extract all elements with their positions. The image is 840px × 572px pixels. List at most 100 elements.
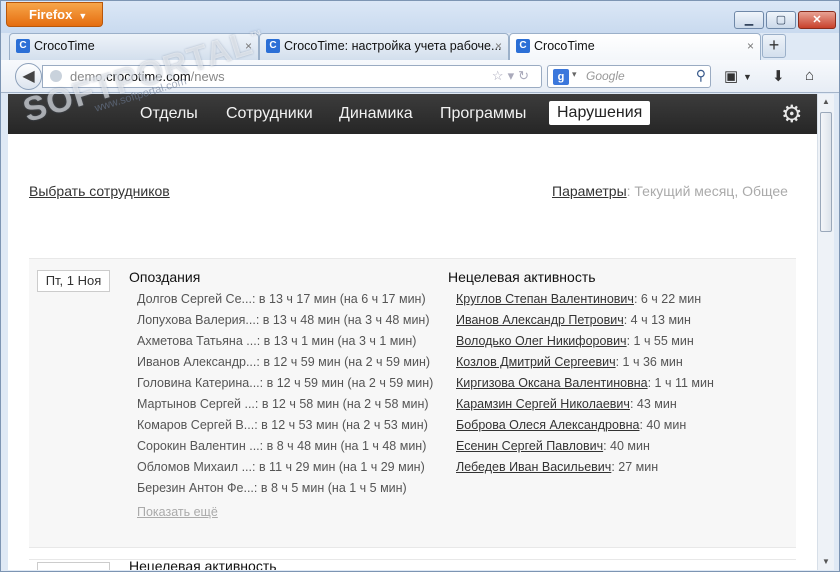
maximize-button[interactable]: ▢ bbox=[766, 11, 796, 29]
employee-name[interactable]: Боброва Олеся Александровна bbox=[456, 418, 639, 432]
violation-value: : в 13 ч 17 мин (на 6 ч 17 мин) bbox=[251, 292, 426, 306]
employee-name[interactable]: Лебедев Иван Васильевич bbox=[456, 460, 611, 474]
tab-title: CrocoTime bbox=[534, 39, 595, 53]
new-tab-button[interactable]: + bbox=[762, 34, 786, 58]
url-path: /news bbox=[190, 69, 225, 84]
violation-value: : в 12 ч 58 мин (на 2 ч 58 мин) bbox=[254, 397, 429, 411]
browser-tab[interactable]: C CrocoTime: настройка учета рабоче... × bbox=[259, 33, 509, 60]
violation-value: : в 11 ч 29 мин (на 1 ч 29 мин) bbox=[252, 460, 425, 474]
params-summary: Параметры: Текущий месяц, Общее bbox=[552, 183, 788, 199]
gear-icon[interactable]: ⚙ bbox=[781, 100, 803, 129]
title-bar: Firefox ▼ ▁ ▢ ✕ bbox=[1, 1, 839, 33]
list-item: Козлов Дмитрий Сергеевич: 1 ч 36 мин bbox=[456, 352, 796, 373]
browser-tab[interactable]: C CrocoTime × bbox=[9, 33, 259, 60]
violation-value: : 1 ч 36 мин bbox=[615, 355, 683, 369]
vertical-scrollbar[interactable]: ▲ ▼ bbox=[817, 94, 834, 570]
day-block: Нецелевая активность bbox=[29, 558, 796, 570]
search-input[interactable]: Google bbox=[586, 69, 625, 83]
nav-item-dynamics[interactable]: Динамика bbox=[339, 105, 413, 123]
list-item: Иванов Александр Петрович: 4 ч 13 мин bbox=[456, 310, 796, 331]
employee-name[interactable]: Иванов Александр Петрович bbox=[456, 313, 624, 327]
home-icon[interactable]: ⌂ bbox=[805, 67, 814, 84]
star-icon[interactable]: ☆ bbox=[492, 68, 508, 83]
close-window-button[interactable]: ✕ bbox=[798, 11, 836, 29]
violation-value: : 43 мин bbox=[629, 397, 677, 411]
activity-list: Круглов Степан Валентинович: 6 ч 22 мин И… bbox=[456, 289, 796, 478]
date-badge bbox=[37, 562, 110, 570]
employee-name: Комаров Сергей В... bbox=[137, 418, 255, 432]
firefox-menu-button[interactable]: Firefox ▼ bbox=[6, 2, 103, 27]
nav-item-employees[interactable]: Сотрудники bbox=[226, 105, 313, 123]
browser-tab-active[interactable]: C CrocoTime × bbox=[509, 33, 761, 61]
globe-icon bbox=[50, 70, 62, 82]
nav-item-departments[interactable]: Отделы bbox=[140, 105, 198, 123]
nav-item-programs[interactable]: Программы bbox=[440, 105, 526, 123]
bookmarks-icon[interactable]: ▣ bbox=[724, 67, 738, 85]
employee-name[interactable]: Круглов Степан Валентинович bbox=[456, 292, 634, 306]
search-bar[interactable]: g ▾ Google ⚲ bbox=[547, 65, 711, 88]
employee-name: Иванов Александр... bbox=[137, 355, 257, 369]
magnifier-icon[interactable]: ⚲ bbox=[696, 67, 706, 84]
violation-value: : в 8 ч 48 мин (на 1 ч 48 мин) bbox=[259, 439, 427, 453]
show-more-link[interactable]: Показать ещё bbox=[137, 505, 218, 519]
url-prefix: demo. bbox=[70, 69, 107, 84]
late-section-title: Опоздания bbox=[129, 269, 201, 285]
tab-close-icon[interactable]: × bbox=[245, 34, 252, 59]
url-bar[interactable]: demo.crocotime.com/news ☆▾↻ bbox=[42, 65, 542, 88]
crocotime-favicon-icon: C bbox=[16, 39, 30, 53]
navigation-toolbar: ◀ demo.crocotime.com/news ☆▾↻ g ▾ Google… bbox=[1, 60, 839, 93]
list-item: Боброва Олеся Александровна: 40 мин bbox=[456, 415, 796, 436]
employee-name[interactable]: Есенин Сергей Павлович bbox=[456, 439, 603, 453]
dropdown-arrow-icon[interactable]: ▾ bbox=[508, 68, 519, 83]
employee-name: Сорокин Валентин ... bbox=[137, 439, 260, 453]
violation-value: : 4 ч 13 мин bbox=[623, 313, 691, 327]
violation-value: : 40 мин bbox=[639, 418, 687, 432]
choose-employees-link[interactable]: Выбрать сотрудников bbox=[29, 183, 170, 199]
params-link[interactable]: Параметры bbox=[552, 183, 627, 199]
download-icon[interactable]: ⬇ bbox=[772, 67, 785, 85]
list-item: Мартынов Сергей ...: в 12 ч 58 мин (на 2… bbox=[137, 394, 457, 415]
back-arrow-icon[interactable]: ◀ bbox=[15, 63, 42, 90]
minimize-button[interactable]: ▁ bbox=[734, 11, 764, 29]
list-item: Иванов Александр...: в 12 ч 59 мин (на 2… bbox=[137, 352, 457, 373]
chevron-down-icon[interactable]: ▾ bbox=[572, 69, 577, 80]
url-host: crocotime.com bbox=[106, 69, 191, 84]
crocotime-favicon-icon: C bbox=[266, 39, 280, 53]
employee-name: Березин Антон Фе... bbox=[137, 481, 254, 495]
scroll-down-icon[interactable]: ▼ bbox=[818, 554, 834, 570]
scroll-up-icon[interactable]: ▲ bbox=[818, 94, 834, 110]
list-item: Есенин Сергей Павлович: 40 мин bbox=[456, 436, 796, 457]
tab-close-icon[interactable]: × bbox=[495, 34, 502, 59]
employee-name[interactable]: Козлов Дмитрий Сергеевич bbox=[456, 355, 616, 369]
day-block: Пт, 1 Ноя Опоздания Нецелевая активность… bbox=[29, 258, 796, 548]
violation-value: : в 13 ч 48 мин (на 3 ч 48 мин) bbox=[255, 313, 430, 327]
reload-icon[interactable]: ↻ bbox=[518, 68, 533, 83]
nav-item-violations[interactable]: Нарушения bbox=[549, 101, 651, 125]
list-item: Комаров Сергей В...: в 12 ч 53 мин (на 2… bbox=[137, 415, 457, 436]
google-icon[interactable]: g bbox=[553, 69, 569, 85]
list-item: Лебедев Иван Васильевич: 27 мин bbox=[456, 457, 796, 478]
scrollbar-thumb[interactable] bbox=[820, 112, 832, 232]
activity-section-title: Нецелевая активность bbox=[129, 558, 277, 570]
list-item: Киргизова Оксана Валентиновна: 1 ч 11 ми… bbox=[456, 373, 796, 394]
violation-value: : в 12 ч 59 мин (на 2 ч 59 мин) bbox=[256, 355, 431, 369]
crocotime-favicon-icon: C bbox=[516, 39, 530, 53]
list-item: Головина Катерина...: в 12 ч 59 мин (на … bbox=[137, 373, 457, 394]
employee-name[interactable]: Володько Олег Никифорович bbox=[456, 334, 627, 348]
url-text: demo.crocotime.com/news bbox=[70, 69, 225, 84]
firefox-menu-label: Firefox bbox=[29, 7, 73, 22]
list-item: Сорокин Валентин ...: в 8 ч 48 мин (на 1… bbox=[137, 436, 457, 457]
employee-name[interactable]: Карамзин Сергей Николаевич bbox=[456, 397, 630, 411]
list-item: Круглов Степан Валентинович: 6 ч 22 мин bbox=[456, 289, 796, 310]
violation-value: : 1 ч 55 мин bbox=[626, 334, 694, 348]
activity-section-title: Нецелевая активность bbox=[448, 269, 596, 285]
list-item: Березин Антон Фе...: в 8 ч 5 мин (на 1 ч… bbox=[137, 478, 457, 499]
tab-title: CrocoTime bbox=[34, 39, 95, 53]
employee-name: Лопухова Валерия... bbox=[137, 313, 256, 327]
employee-name: Долгов Сергей Се... bbox=[137, 292, 252, 306]
chevron-down-icon[interactable]: ▼ bbox=[743, 72, 752, 82]
employee-name[interactable]: Киргизова Оксана Валентиновна bbox=[456, 376, 648, 390]
violation-value: : в 8 ч 5 мин (на 1 ч 5 мин) bbox=[253, 481, 407, 495]
tab-close-icon[interactable]: × bbox=[747, 34, 754, 59]
violation-value: : в 13 ч 1 мин (на 3 ч 1 мин) bbox=[256, 334, 417, 348]
